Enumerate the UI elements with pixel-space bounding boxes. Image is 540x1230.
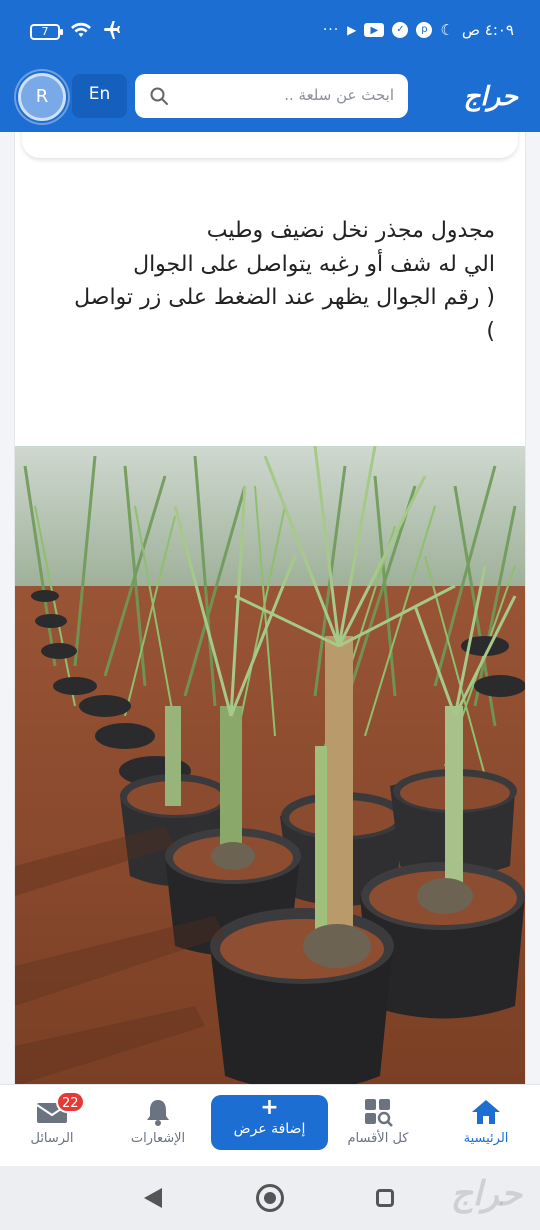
nav-all-categories[interactable]: كل الأقسام: [324, 1085, 432, 1167]
previous-card-edge: [22, 132, 518, 158]
bell-icon: [147, 1100, 169, 1126]
home-icon: [472, 1100, 500, 1124]
play-store-icon: ▶: [347, 23, 357, 37]
nav-notifications[interactable]: الإشعارات: [108, 1085, 208, 1167]
nav-notifications-label: الإشعارات: [130, 1131, 186, 1146]
back-icon[interactable]: [142, 1186, 164, 1210]
recent-apps-button[interactable]: [376, 1189, 394, 1207]
system-navigation-bar: حراج: [0, 1166, 540, 1230]
haraj-logo[interactable]: حراج: [464, 82, 519, 112]
pinterest-icon: p: [416, 22, 433, 38]
home-button[interactable]: [256, 1184, 284, 1212]
wifi-icon: [70, 21, 92, 43]
plus-icon: +: [260, 1095, 279, 1120]
post-content-area: مجدول مجذر نخل نضيف وطيب الي له شف أو رغ…: [0, 132, 540, 1084]
post-description: مجدول مجذر نخل نضيف وطيب الي له شف أو رغ…: [74, 218, 495, 344]
search-icon: [150, 87, 168, 105]
check-icon: ✓: [392, 22, 409, 38]
search-input[interactable]: ابحث عن سلعة ..: [135, 74, 408, 118]
add-offer-button[interactable]: + إضافة عرض: [211, 1095, 328, 1150]
status-left-icons: 7: [30, 20, 124, 43]
date-palm-seedlings-photo: [15, 446, 525, 1084]
language-toggle-button[interactable]: En: [72, 74, 127, 118]
user-avatar[interactable]: R: [18, 73, 66, 121]
messages-count-badge: 22: [56, 1091, 85, 1113]
clock-time: ٤:٠٩ ص: [461, 21, 514, 39]
nav-categories-label: كل الأقسام: [347, 1131, 409, 1146]
haraj-watermark: حراج: [450, 1174, 522, 1214]
moon-icon: ☾: [440, 21, 454, 39]
app-header: R En ابحث عن سلعة .. حراج: [0, 64, 540, 132]
search-placeholder: ابحث عن سلعة ..: [284, 86, 394, 104]
nav-messages[interactable]: الرسائل 22: [0, 1085, 104, 1167]
more-notifications-indicator: ···: [322, 22, 340, 38]
status-bar: 7 ··· ▶ ▶ ✓ p ☾ ٤:٠٩ ص: [0, 0, 540, 64]
battery-icon: 7: [30, 24, 63, 40]
bottom-navigation: الرئيسية كل الأقسام + إضافة عرض الإشعارا…: [0, 1084, 540, 1166]
youtube-icon: ▶: [364, 23, 385, 37]
add-offer-label: إضافة عرض: [233, 1121, 306, 1137]
nav-messages-label: الرسائل: [30, 1131, 74, 1146]
categories-grid-icon: [365, 1099, 393, 1127]
status-right-icons: ··· ▶ ▶ ✓ p ☾ ٤:٠٩ ص: [323, 21, 514, 39]
airplane-mode-icon: [102, 20, 124, 43]
nav-home[interactable]: الرئيسية: [432, 1085, 540, 1167]
post-image[interactable]: [15, 446, 525, 1084]
nav-home-label: الرئيسية: [463, 1131, 509, 1146]
